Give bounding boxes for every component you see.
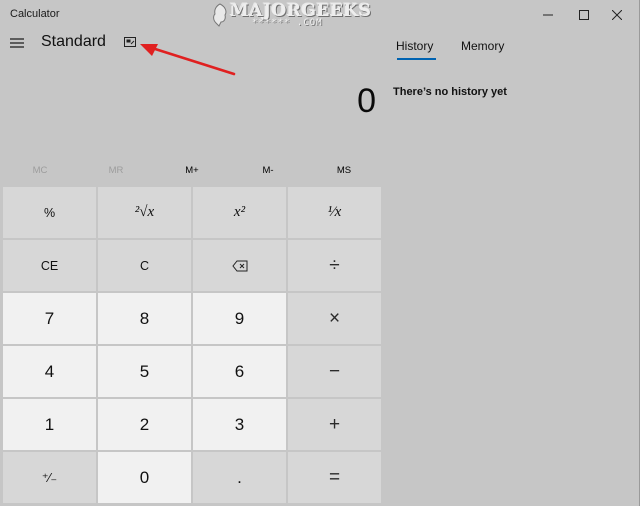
calculator-window: Calculator MAJORGEEKS ****** .COM Standa…: [0, 0, 640, 506]
multiply-button[interactable]: ×: [288, 293, 381, 344]
digit-6-button[interactable]: 6: [193, 346, 286, 397]
navigation-menu-button[interactable]: [8, 34, 26, 52]
active-tab-indicator: [397, 58, 436, 60]
digit-3-button[interactable]: 3: [193, 399, 286, 450]
digit-1-button[interactable]: 1: [3, 399, 96, 450]
memory-recall-button[interactable]: MR: [78, 154, 154, 186]
clear-entry-button[interactable]: CE: [3, 240, 96, 291]
hamburger-icon: [10, 38, 24, 48]
memory-add-button[interactable]: M+: [154, 154, 230, 186]
digit-7-button[interactable]: 7: [3, 293, 96, 344]
tab-history[interactable]: History: [396, 39, 433, 53]
memory-store-button[interactable]: MS: [306, 154, 382, 186]
decimal-button[interactable]: .: [193, 452, 286, 503]
maximize-icon: [579, 10, 589, 20]
close-button[interactable]: [594, 0, 640, 30]
title-bar[interactable]: Calculator MAJORGEEKS ****** .COM: [0, 0, 640, 30]
digit-5-button[interactable]: 5: [98, 346, 191, 397]
digit-9-button[interactable]: 9: [193, 293, 286, 344]
digit-4-button[interactable]: 4: [3, 346, 96, 397]
calculator-mode-title: Standard: [41, 33, 106, 50]
minimize-icon: [543, 14, 553, 16]
subtract-button[interactable]: −: [288, 346, 381, 397]
memory-subtract-button[interactable]: M-: [230, 154, 306, 186]
memory-buttons-row: MC MR M+ M- MS: [2, 154, 382, 186]
reciprocal-button[interactable]: ¹⁄x: [288, 187, 381, 238]
history-empty-message: There’s no history yet: [393, 86, 507, 98]
backspace-button[interactable]: [193, 240, 286, 291]
majorgeeks-logo-icon: [213, 3, 227, 27]
square-root-button[interactable]: ²√x: [98, 187, 191, 238]
memory-clear-button[interactable]: MC: [2, 154, 78, 186]
square-button[interactable]: x²: [193, 187, 286, 238]
digit-8-button[interactable]: 8: [98, 293, 191, 344]
close-icon: [612, 10, 622, 20]
tab-memory[interactable]: Memory: [461, 39, 504, 53]
clear-button[interactable]: C: [98, 240, 191, 291]
result-display: 0: [357, 82, 376, 120]
annotation-arrow-icon: [140, 44, 236, 76]
divide-button[interactable]: ÷: [288, 240, 381, 291]
backspace-icon: [231, 260, 247, 271]
negate-button[interactable]: ⁺⁄₋: [3, 452, 96, 503]
watermark-subtext: ****** .COM: [252, 18, 323, 28]
digit-0-button[interactable]: 0: [98, 452, 191, 503]
app-title: Calculator: [10, 8, 60, 20]
equals-button[interactable]: =: [288, 452, 381, 503]
keypad: % ²√x x² ¹⁄x CE C ÷ 7 8 9 × 4 5 6 − 1 2 …: [3, 187, 381, 503]
percent-button[interactable]: %: [3, 187, 96, 238]
digit-2-button[interactable]: 2: [98, 399, 191, 450]
add-button[interactable]: +: [288, 399, 381, 450]
watermark: MAJORGEEKS ****** .COM: [208, 0, 371, 32]
